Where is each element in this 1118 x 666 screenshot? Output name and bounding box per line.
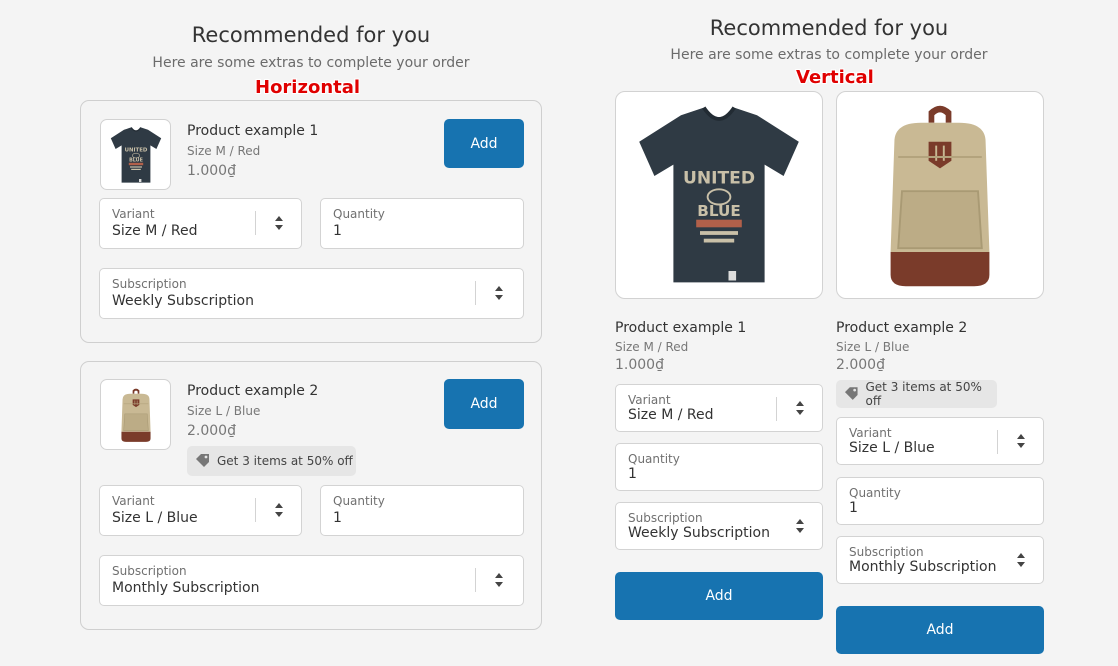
variant-label: Variant xyxy=(628,393,671,407)
subscription-select[interactable]: Subscription Weekly Subscription xyxy=(99,268,524,319)
tag-icon xyxy=(844,387,858,400)
product-variant-text: Size M / Red xyxy=(187,144,261,158)
horizontal-subtitle: Here are some extras to complete your or… xyxy=(152,55,470,71)
product-price: 1.000₫ xyxy=(615,357,664,373)
subscription-value: Monthly Subscription xyxy=(849,559,997,575)
product-image xyxy=(615,91,823,299)
discount-badge-text: Get 3 items at 50% off xyxy=(865,380,982,408)
select-divider xyxy=(475,281,476,305)
select-divider xyxy=(255,498,256,522)
subscription-select[interactable]: Subscription Monthly Subscription xyxy=(836,536,1044,584)
add-button[interactable]: Add xyxy=(836,606,1044,654)
variant-label: Variant xyxy=(112,207,155,221)
subscription-label: Subscription xyxy=(628,511,703,525)
quantity-label: Quantity xyxy=(333,207,385,221)
add-button[interactable]: Add xyxy=(444,119,524,168)
select-divider xyxy=(255,211,256,235)
variant-select[interactable]: Variant Size M / Red xyxy=(615,384,823,432)
tshirt-image xyxy=(637,105,801,285)
product-card-horizontal-2: Product example 2 Size L / Blue 2.000₫ G… xyxy=(80,361,542,630)
product-name: Product example 2 xyxy=(836,320,968,336)
select-divider xyxy=(997,430,998,454)
quantity-value: 1 xyxy=(333,510,342,526)
vertical-title: Recommended for you xyxy=(709,16,949,40)
product-price: 2.000₫ xyxy=(836,357,885,373)
product-name: Product example 1 xyxy=(187,123,319,139)
subscription-value: Weekly Subscription xyxy=(112,293,254,309)
quantity-field[interactable]: Quantity 1 xyxy=(320,485,524,536)
quantity-label: Quantity xyxy=(333,494,385,508)
chevron-updown-icon xyxy=(275,503,283,517)
quantity-field[interactable]: Quantity 1 xyxy=(615,443,823,491)
quantity-label: Quantity xyxy=(628,452,680,466)
product-card-horizontal-1: Product example 1 Size M / Red 1.000₫ Ad… xyxy=(80,100,542,343)
backpack-image xyxy=(889,104,991,288)
chevron-updown-icon xyxy=(495,573,503,587)
variant-value: Size L / Blue xyxy=(112,510,198,526)
discount-badge: Get 3 items at 50% off xyxy=(836,380,997,408)
product-price: 1.000₫ xyxy=(187,163,236,179)
variant-label: Variant xyxy=(112,494,155,508)
variant-value: Size M / Red xyxy=(628,407,714,423)
product-variant-text: Size M / Red xyxy=(615,340,689,354)
chevron-updown-icon xyxy=(796,519,804,533)
backpack-image xyxy=(120,387,151,442)
horizontal-annotation: Horizontal xyxy=(255,77,361,98)
product-variant-text: Size L / Blue xyxy=(836,340,910,354)
chevron-updown-icon xyxy=(1017,434,1025,448)
subscription-select[interactable]: Subscription Weekly Subscription xyxy=(615,502,823,550)
select-divider xyxy=(475,568,476,592)
subscription-label: Subscription xyxy=(849,545,924,559)
variant-select[interactable]: Variant Size L / Blue xyxy=(99,485,302,536)
vertical-annotation: Vertical xyxy=(796,67,874,88)
quantity-field[interactable]: Quantity 1 xyxy=(836,477,1044,525)
variant-select[interactable]: Variant Size L / Blue xyxy=(836,417,1044,465)
discount-badge: Get 3 items at 50% off xyxy=(187,446,356,476)
product-price: 2.000₫ xyxy=(187,423,236,439)
chevron-updown-icon xyxy=(495,286,503,300)
subscription-label: Subscription xyxy=(112,277,187,291)
quantity-value: 1 xyxy=(628,466,637,482)
quantity-label: Quantity xyxy=(849,486,901,500)
chevron-updown-icon xyxy=(1017,553,1025,567)
product-name: Product example 1 xyxy=(615,320,747,336)
discount-badge-text: Get 3 items at 50% off xyxy=(217,454,353,468)
tshirt-image xyxy=(109,126,162,183)
subscription-value: Monthly Subscription xyxy=(112,580,260,596)
variant-value: Size L / Blue xyxy=(849,440,935,456)
quantity-value: 1 xyxy=(333,223,342,239)
add-button[interactable]: Add xyxy=(444,379,524,429)
product-thumbnail xyxy=(100,379,171,450)
horizontal-title: Recommended for you xyxy=(191,23,431,47)
subscription-value: Weekly Subscription xyxy=(628,525,770,541)
variant-select[interactable]: Variant Size M / Red xyxy=(99,198,302,249)
vertical-subtitle: Here are some extras to complete your or… xyxy=(670,47,988,63)
product-image xyxy=(836,91,1044,299)
product-thumbnail xyxy=(100,119,171,190)
variant-label: Variant xyxy=(849,426,892,440)
add-button[interactable]: Add xyxy=(615,572,823,620)
subscription-select[interactable]: Subscription Monthly Subscription xyxy=(99,555,524,606)
quantity-value: 1 xyxy=(849,500,858,516)
variant-value: Size M / Red xyxy=(112,223,198,239)
product-name: Product example 2 xyxy=(187,383,319,399)
select-divider xyxy=(776,397,777,421)
subscription-label: Subscription xyxy=(112,564,187,578)
tag-icon xyxy=(196,454,209,467)
quantity-field[interactable]: Quantity 1 xyxy=(320,198,524,249)
product-variant-text: Size L / Blue xyxy=(187,404,261,418)
chevron-updown-icon xyxy=(275,216,283,230)
chevron-updown-icon xyxy=(796,401,804,415)
